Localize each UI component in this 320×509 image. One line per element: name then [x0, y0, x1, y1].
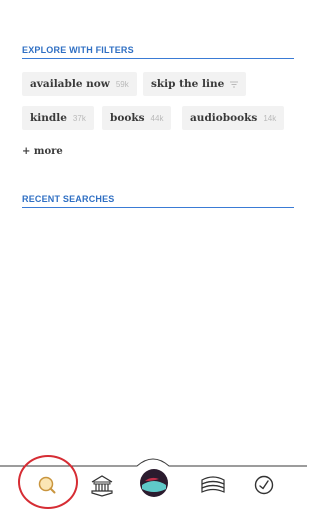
chip-label: audiobooks — [190, 112, 258, 124]
shelf-icon — [199, 474, 227, 500]
chip-label: available now — [30, 78, 110, 90]
explore-filters-title: EXPLORE WITH FILTERS — [22, 45, 134, 55]
chip-label: kindle — [30, 112, 67, 124]
recent-searches-title: RECENT SEARCHES — [22, 194, 115, 204]
activity-clock-icon — [253, 474, 275, 500]
tab-activity[interactable] — [248, 471, 280, 503]
filter-chip-skip-the-line[interactable]: skip the line — [143, 72, 247, 96]
annotation-highlight-ring — [18, 455, 78, 509]
chip-count: 14k — [263, 113, 277, 123]
filter-icon — [230, 81, 239, 88]
explore-divider — [22, 58, 294, 59]
chip-label: skip the line — [151, 78, 225, 90]
recent-divider — [22, 207, 294, 208]
chip-count: 59k — [115, 79, 129, 89]
library-icon — [88, 473, 116, 501]
filter-chip-books[interactable]: books 44k — [102, 106, 172, 130]
tab-shelf[interactable] — [197, 471, 229, 503]
profile-avatar-icon — [139, 468, 169, 502]
filter-chip-audiobooks[interactable]: audiobooks 14k — [182, 106, 285, 130]
chip-count: 44k — [150, 113, 164, 123]
tab-library[interactable] — [86, 471, 118, 503]
chip-label: books — [110, 112, 145, 124]
more-filters-link[interactable]: + more — [22, 146, 63, 157]
filter-chip-kindle[interactable]: kindle 37k — [22, 106, 94, 130]
chip-count: 37k — [72, 113, 86, 123]
tab-profile[interactable] — [138, 466, 170, 504]
filter-chip-available-now[interactable]: available now 59k — [22, 72, 137, 96]
